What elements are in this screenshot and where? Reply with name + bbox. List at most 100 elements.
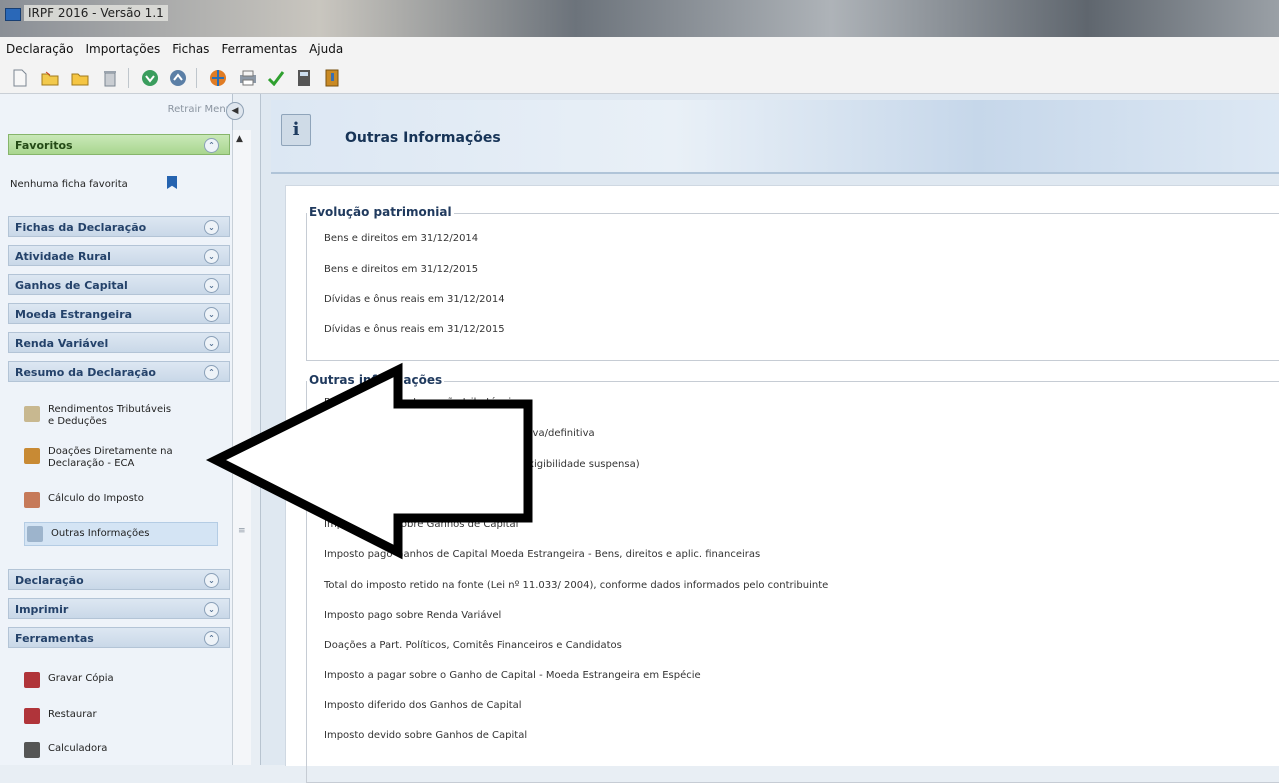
delete-icon[interactable] — [100, 68, 120, 88]
list-item[interactable]: Imposto diferido dos Ganhos de Capital — [324, 700, 522, 711]
nav-label: Gravar Cópia — [48, 673, 114, 684]
section-label: Atividade Rural — [15, 250, 111, 263]
chevron-up-icon[interactable]: ⌃ — [204, 631, 219, 646]
list-item[interactable]: Dívidas e ônus reais em 31/12/2015 — [324, 324, 505, 335]
check-icon[interactable] — [266, 68, 286, 88]
list-item[interactable]: Total do imposto retido na fonte (Lei nº… — [324, 580, 828, 591]
list-item[interactable]: Rendimentos Tributáveis (imposto com exi… — [324, 459, 640, 470]
retract-menu-label[interactable]: Retrair Menu — [120, 104, 232, 120]
section-imprimir[interactable]: Imprimir ⌄ — [8, 598, 230, 619]
page-header: i Outras Informações — [271, 100, 1279, 174]
group-outras-informacoes: Outras informações Rendimentos isentos e… — [306, 373, 1279, 783]
group-evolucao-patrimonial: Evolução patrimonial Bens e direitos em … — [306, 205, 1279, 361]
nav-calculo-imposto[interactable]: Cálculo do Imposto — [24, 490, 224, 508]
favorites-header[interactable]: Favoritos ⌃ — [8, 134, 230, 155]
nav-calculadora[interactable]: Calculadora — [24, 740, 224, 758]
chevron-up-icon[interactable]: ⌃ — [204, 138, 219, 153]
section-label: Fichas da Declaração — [15, 221, 147, 234]
nav-label: Calculadora — [48, 743, 108, 754]
bookmark-icon[interactable] — [167, 176, 177, 189]
web-icon[interactable] — [208, 68, 228, 88]
group-legend: Evolução patrimonial — [307, 205, 454, 219]
menu-importacoes[interactable]: Importações — [80, 42, 167, 56]
section-label: Ganhos de Capital — [15, 279, 128, 292]
calculator-icon[interactable] — [294, 68, 314, 88]
nav-outras-informacoes[interactable]: Outras Informações — [24, 522, 218, 546]
menu-ajuda[interactable]: Ajuda — [303, 42, 349, 56]
nav-gravar-copia[interactable]: Gravar Cópia — [24, 670, 224, 688]
sidebar: Retrair Menu ◀ Favoritos ⌃ Nenhuma ficha… — [0, 94, 244, 765]
window-title: IRPF 2016 - Versão 1.1 — [24, 5, 168, 21]
section-label: Ferramentas — [15, 632, 94, 645]
chevron-down-icon[interactable]: ⌄ — [204, 307, 219, 322]
section-label: Moeda Estrangeira — [15, 308, 133, 321]
nav-label: Outras Informações — [51, 528, 150, 539]
list-item[interactable]: Imposto pago sobre Renda Variável — [324, 610, 501, 621]
open-folder-icon[interactable] — [40, 68, 60, 88]
save-copy-icon — [24, 672, 40, 688]
nav-label: Rendimentos Tributáveis — [48, 404, 172, 415]
list-item[interactable]: Bens e direitos em 31/12/2014 — [324, 233, 478, 244]
print-icon[interactable] — [238, 68, 258, 88]
menu-bar: Declaração Importações Fichas Ferramenta… — [0, 37, 1279, 61]
rendimentos-icon — [24, 406, 40, 422]
nav-label: Declaração - ECA — [48, 458, 135, 469]
app-icon — [5, 8, 21, 21]
folder-icon[interactable] — [70, 68, 90, 88]
list-item[interactable]: Imposto devido sobre Ganhos de Capital — [324, 730, 527, 741]
list-item[interactable]: Dívidas e ônus reais em 31/12/2014 — [324, 294, 505, 305]
chevron-up-icon[interactable]: ⌃ — [204, 365, 219, 380]
menu-declaracao[interactable]: Declaração — [0, 42, 80, 56]
new-file-icon[interactable] — [10, 68, 30, 88]
section-fichas-declaracao[interactable]: Fichas da Declaração ⌄ — [8, 216, 230, 237]
scroll-up-icon[interactable]: ▲ — [236, 134, 243, 144]
menu-ferramentas[interactable]: Ferramentas — [215, 42, 303, 56]
toolbar — [0, 61, 1279, 94]
list-item[interactable]: Rendimentos isentos e não tributáveis — [324, 397, 516, 408]
book-icon[interactable] — [322, 68, 342, 88]
retract-menu-icon[interactable]: ◀ — [226, 102, 244, 120]
section-atividade-rural[interactable]: Atividade Rural ⌄ — [8, 245, 230, 266]
title-bar: IRPF 2016 - Versão 1.1 — [0, 0, 1279, 37]
favorites-label: Favoritos — [15, 139, 73, 152]
chevron-down-icon[interactable]: ⌄ — [204, 573, 219, 588]
list-item[interactable]: Doações a Part. Políticos, Comitês Finan… — [324, 640, 622, 651]
chevron-down-icon[interactable]: ⌄ — [204, 602, 219, 617]
section-ferramentas[interactable]: Ferramentas ⌃ — [8, 627, 230, 648]
chevron-down-icon[interactable]: ⌄ — [204, 220, 219, 235]
list-item[interactable]: Imposto a pagar sobre o Ganho de Capital… — [324, 670, 701, 681]
chevron-down-icon[interactable]: ⌄ — [204, 336, 219, 351]
chevron-down-icon[interactable]: ⌄ — [204, 249, 219, 264]
nav-label: Restaurar — [48, 709, 97, 720]
section-resumo-declaracao[interactable]: Resumo da Declaração ⌃ — [8, 361, 230, 382]
info-icon: i — [281, 114, 311, 146]
section-ganhos-capital[interactable]: Ganhos de Capital ⌄ — [8, 274, 230, 295]
sidebar-scrollbar[interactable]: ▲ ≡ — [232, 130, 251, 765]
section-moeda-estrangeira[interactable]: Moeda Estrangeira ⌄ — [8, 303, 230, 324]
doacoes-icon — [24, 448, 40, 464]
chevron-down-icon[interactable]: ⌄ — [204, 278, 219, 293]
nav-restaurar[interactable]: Restaurar — [24, 706, 224, 724]
section-declaracao[interactable]: Declaração ⌄ — [8, 569, 230, 590]
section-label: Imprimir — [15, 603, 69, 616]
nav-rendimentos-tributaveis[interactable]: Rendimentos Tributáveis e Deduções — [24, 404, 224, 436]
section-renda-variavel[interactable]: Renda Variável ⌄ — [8, 332, 230, 353]
main-panel: i Outras Informações Evolução patrimonia… — [260, 94, 1279, 783]
toolbar-divider — [196, 68, 197, 88]
list-item[interactable]: Rendimentos sujeitos à tributação exclus… — [324, 428, 595, 439]
page-title: Outras Informações — [345, 130, 501, 146]
list-item[interactable]: Imposto pago sobre Ganhos de Capital — [324, 519, 518, 530]
section-label: Renda Variável — [15, 337, 109, 350]
nav-doacoes-eca[interactable]: Doações Diretamente na Declaração - ECA — [24, 446, 224, 478]
section-label: Declaração — [15, 574, 84, 587]
calculator-icon — [24, 742, 40, 758]
menu-fichas[interactable]: Fichas — [166, 42, 215, 56]
scroll-grip-icon[interactable]: ≡ — [238, 526, 246, 536]
nav-label: Doações Diretamente na — [48, 446, 173, 457]
transmit-icon[interactable] — [168, 68, 188, 88]
list-item[interactable]: Depósitos judiciais do imposto — [324, 489, 476, 500]
list-item[interactable]: Bens e direitos em 31/12/2015 — [324, 264, 478, 275]
receive-icon[interactable] — [140, 68, 160, 88]
list-item[interactable]: Imposto pago Ganhos de Capital Moeda Est… — [324, 549, 760, 560]
section-label: Resumo da Declaração — [15, 366, 156, 379]
